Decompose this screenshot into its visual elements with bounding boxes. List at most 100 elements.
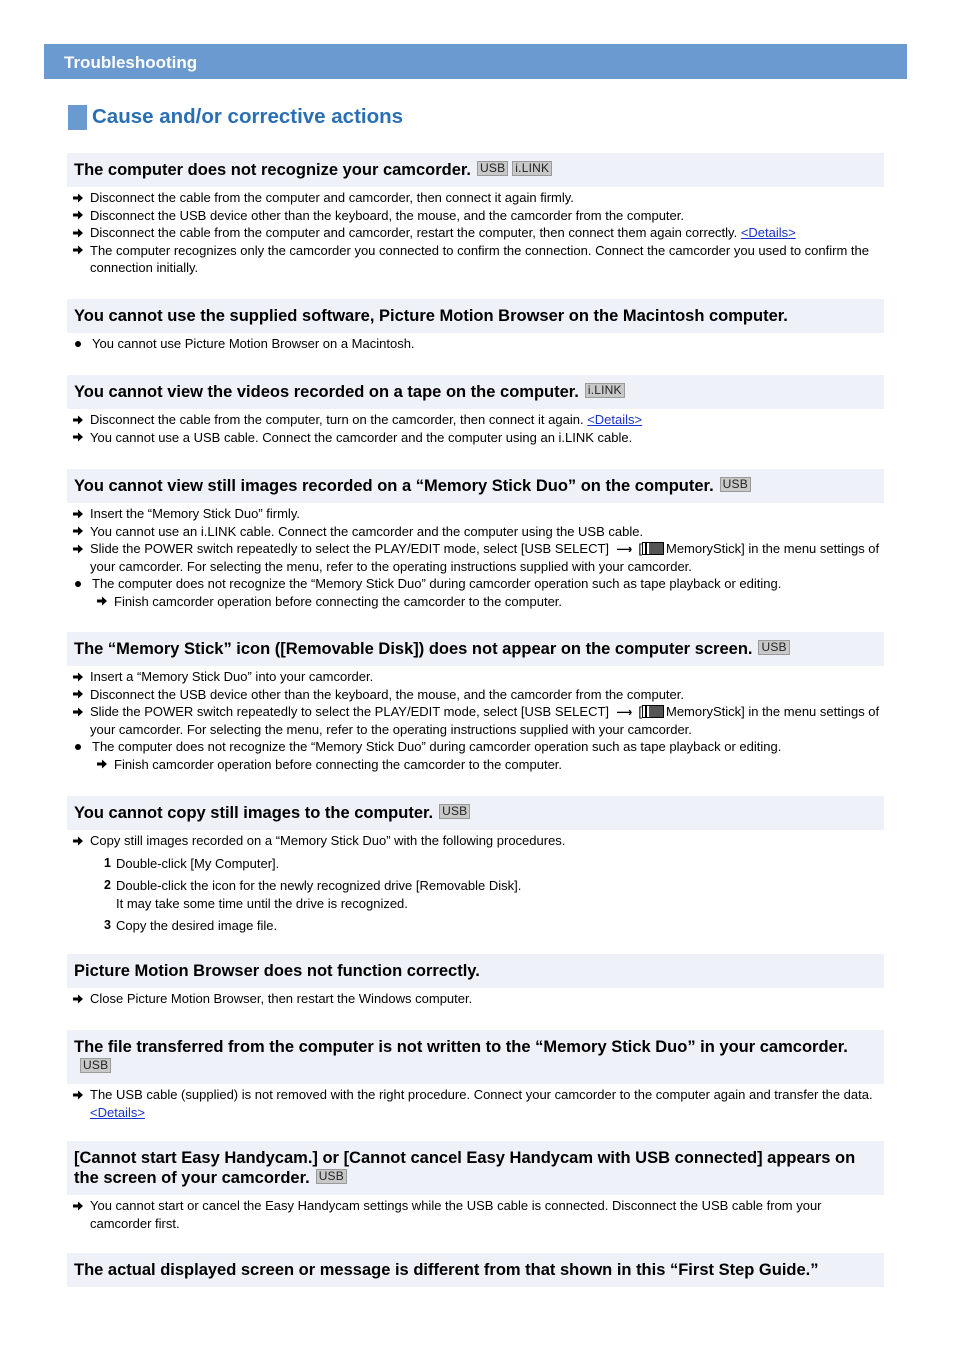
list-item: Slide the POWER switch repeatedly to sel… (67, 540, 884, 575)
trouble-section: The computer does not recognize your cam… (67, 153, 884, 277)
section-body: Disconnect the cable from the computer a… (67, 187, 884, 277)
list-item: Disconnect the USB device other than the… (67, 686, 884, 704)
details-link[interactable]: <Details> (90, 1105, 145, 1120)
item-text: Copy still images recorded on a “Memory … (90, 833, 566, 848)
section-title-text: The “Memory Stick” icon ([Removable Disk… (74, 640, 753, 658)
ilink-badge-icon: i.LINK (584, 383, 625, 399)
ilink-badge-icon: i.LINK (512, 161, 553, 177)
trouble-section: You cannot view the videos recorded on a… (67, 375, 884, 446)
section-title-text: You cannot use the supplied software, Pi… (74, 307, 788, 325)
list-item: You cannot use a USB cable. Connect the … (67, 429, 884, 447)
arrow-icon (71, 242, 85, 259)
item-text: Insert the “Memory Stick Duo” firmly. (90, 506, 300, 521)
menu-arrow-icon: —› (617, 704, 632, 719)
trouble-section: The actual displayed screen or message i… (67, 1253, 884, 1289)
item-text: Slide the POWER switch repeatedly to sel… (90, 541, 610, 556)
section-body (67, 1287, 884, 1289)
arrow-icon (71, 990, 85, 1007)
section-title: The “Memory Stick” icon ([Removable Disk… (67, 632, 884, 666)
item-text: You cannot use Picture Motion Browser on… (92, 336, 415, 351)
usb-badge-icon: USB (80, 1058, 112, 1074)
item-text: Slide the POWER switch repeatedly to sel… (90, 704, 610, 719)
item-text: The USB cable (supplied) is not removed … (90, 1087, 873, 1102)
list-item: The USB cable (supplied) is not removed … (67, 1086, 884, 1121)
item-text: Disconnect the cable from the computer a… (90, 190, 574, 205)
step-item: 1 Double-click [My Computer]. (67, 855, 884, 873)
list-item: Disconnect the cable from the computer, … (67, 411, 884, 429)
arrow-icon (71, 703, 85, 720)
arrow-icon (71, 540, 85, 557)
list-item: Close Picture Motion Browser, then resta… (67, 990, 884, 1008)
section-body: Copy still images recorded on a “Memory … (67, 830, 884, 935)
item-text: Disconnect the USB device other than the… (90, 686, 684, 702)
list-item: Insert the “Memory Stick Duo” firmly. (67, 505, 884, 523)
arrow-icon (71, 523, 85, 540)
arrow-icon (71, 429, 85, 446)
item-text: Finish camcorder operation before connec… (114, 756, 563, 772)
item-text: You cannot start or cancel the Easy Hand… (90, 1198, 822, 1231)
section-body: Close Picture Motion Browser, then resta… (67, 988, 884, 1008)
section-title: You cannot view still images recorded on… (67, 469, 884, 503)
section-title-text: [Cannot start Easy Handycam.] or [Cannot… (74, 1149, 856, 1187)
arrow-icon (71, 411, 85, 428)
details-link[interactable]: <Details> (741, 225, 796, 240)
section-body: You cannot start or cancel the Easy Hand… (67, 1195, 884, 1232)
details-link[interactable]: <Details> (587, 412, 642, 427)
section-title-text: Picture Motion Browser does not function… (74, 962, 480, 980)
list-item: Disconnect the cable from the computer a… (67, 224, 884, 242)
arrow-icon (71, 686, 85, 703)
item-text: You cannot use an i.LINK cable. Connect … (90, 523, 644, 539)
section-title: The actual displayed screen or message i… (67, 1253, 884, 1287)
step-number: 2 (104, 878, 111, 892)
list-item: You cannot use an i.LINK cable. Connect … (67, 523, 884, 541)
list-item: The computer does not recognize the “Mem… (67, 575, 884, 593)
list-item: Finish camcorder operation before connec… (67, 593, 884, 611)
arrow-icon (71, 668, 85, 685)
item-text: Insert a “Memory Stick Duo” into your ca… (90, 669, 374, 684)
step-number: 3 (104, 918, 111, 932)
section-title-text: You cannot view the videos recorded on a… (74, 383, 579, 401)
list-item: Disconnect the USB device other than the… (67, 207, 884, 225)
usb-badge-icon: USB (439, 804, 471, 820)
section-title-text: The actual displayed screen or message i… (74, 1261, 819, 1279)
trouble-section: The “Memory Stick” icon ([Removable Disk… (67, 632, 884, 773)
section-title: You cannot copy still images to the comp… (67, 796, 884, 830)
list-item: Finish camcorder operation before connec… (67, 756, 884, 774)
trouble-section: [Cannot start Easy Handycam.] or [Cannot… (67, 1141, 884, 1232)
section-title: You cannot use the supplied software, Pi… (67, 299, 884, 333)
item-text: You cannot use a USB cable. Connect the … (90, 429, 633, 445)
item-text: Disconnect the cable from the computer, … (90, 412, 584, 427)
section-title: Picture Motion Browser does not function… (67, 954, 884, 988)
list-item: You cannot use Picture Motion Browser on… (67, 335, 884, 353)
section-title: The computer does not recognize your cam… (67, 153, 884, 187)
usb-badge-icon: USB (719, 477, 751, 493)
arrow-icon (71, 1086, 85, 1103)
arrow-icon (71, 207, 85, 224)
section-title: [Cannot start Easy Handycam.] or [Cannot… (67, 1141, 884, 1195)
usb-badge-icon: USB (477, 161, 509, 177)
section-body: The USB cable (supplied) is not removed … (67, 1084, 884, 1121)
page-title: Cause and/or corrective actions (92, 105, 404, 128)
list-item: Disconnect the cable from the computer a… (67, 189, 884, 207)
heading-marker-icon (68, 104, 87, 130)
usb-badge-icon: USB (758, 640, 790, 656)
list-item: Slide the POWER switch repeatedly to sel… (67, 703, 884, 738)
item-text: Finish camcorder operation before connec… (114, 593, 563, 609)
section-header-bar: Troubleshooting (44, 44, 907, 79)
step-item: 3 Copy the desired image file. (67, 917, 884, 935)
trouble-section: The file transferred from the computer i… (67, 1030, 884, 1121)
arrow-icon (71, 1197, 85, 1214)
memory-stick-icon (642, 542, 664, 556)
memory-stick-icon (642, 705, 664, 719)
arrow-icon (71, 505, 85, 522)
arrow-icon (71, 832, 85, 849)
step-item: 2 Double-click the icon for the newly rec… (67, 877, 884, 912)
step-text: Double-click the icon for the newly reco… (116, 878, 522, 893)
item-text: Disconnect the USB device other than the… (90, 207, 684, 223)
section-body: You cannot use Picture Motion Browser on… (67, 333, 884, 353)
list-item: The computer does not recognize the “Mem… (67, 738, 884, 756)
arrow-icon (71, 189, 85, 206)
page-heading: Cause and/or corrective actions (68, 104, 403, 130)
bullet-icon (71, 738, 85, 755)
list-item: The computer recognizes only the camcord… (67, 242, 884, 277)
